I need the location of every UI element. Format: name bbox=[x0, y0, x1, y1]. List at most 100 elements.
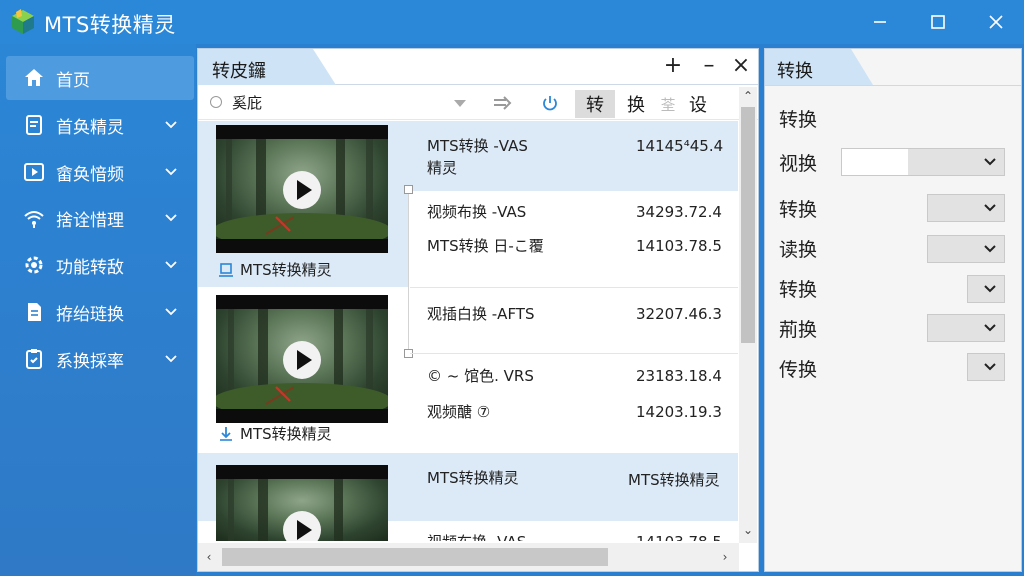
chevron-down-icon bbox=[165, 121, 177, 129]
thumbnail-caption-text: MTS转换精灵 bbox=[240, 425, 332, 443]
app-title: MTS转换精灵 bbox=[44, 13, 176, 37]
close-icon bbox=[989, 15, 1003, 29]
sidebar-item-home[interactable]: 首页 bbox=[6, 56, 194, 100]
sidebar-item-5[interactable]: 拵绐琏换 bbox=[6, 290, 194, 334]
setting-select[interactable] bbox=[967, 275, 1005, 303]
play-icon[interactable] bbox=[283, 171, 321, 209]
thumbnail-caption: MTS转换精灵 bbox=[218, 259, 332, 280]
sidebar-item-label: 首页 bbox=[56, 70, 90, 91]
document-icon bbox=[26, 115, 42, 135]
power-icon[interactable] bbox=[538, 92, 562, 114]
scrollbar-thumb[interactable] bbox=[222, 548, 608, 566]
scroll-right-icon[interactable]: › bbox=[718, 550, 732, 564]
tree-node[interactable] bbox=[404, 185, 413, 194]
sidebar-item-6[interactable]: 系换採率 bbox=[6, 337, 194, 381]
video-thumbnail-image bbox=[216, 309, 388, 409]
chevron-down-icon bbox=[165, 261, 177, 269]
entry-name[interactable]: MTS转换精灵 bbox=[427, 467, 519, 489]
setting-label: 转换 bbox=[779, 109, 818, 131]
entry-name[interactable]: © ~ 馆色. VRS bbox=[427, 365, 534, 387]
setting-label: 传换 bbox=[779, 359, 818, 381]
forward-arrow-icon[interactable] bbox=[490, 92, 514, 114]
file-list: MTS转换精灵 MTS转换精灵 MTS转换 -VAS 精灵 14145⁴45.4… bbox=[198, 121, 738, 541]
upload-icon bbox=[219, 262, 233, 277]
chevron-down-icon bbox=[984, 285, 996, 293]
video-thumbnail-image bbox=[216, 479, 388, 541]
main-tab-bar: 转皮鑼 + – × bbox=[198, 49, 758, 85]
thumbnail-caption-text: MTS转换精灵 bbox=[240, 261, 332, 279]
setting-label: 转换 bbox=[779, 279, 818, 301]
scrollbar-thumb[interactable] bbox=[741, 107, 755, 343]
scroll-down-icon[interactable]: ⌄ bbox=[741, 523, 755, 537]
setting-label: 读换 bbox=[779, 239, 818, 261]
setting-select[interactable] bbox=[967, 353, 1005, 381]
chevron-down-icon bbox=[984, 324, 996, 332]
entry-name[interactable]: 观插白换 -AFTS bbox=[427, 303, 535, 325]
setting-select[interactable] bbox=[927, 235, 1005, 263]
video-thumbnail[interactable] bbox=[216, 465, 388, 541]
setting-select[interactable] bbox=[927, 314, 1005, 342]
close-tab-button[interactable]: × bbox=[728, 53, 754, 78]
radio-button[interactable] bbox=[210, 96, 222, 108]
video-thumbnail-image bbox=[216, 139, 388, 239]
close-window-button[interactable] bbox=[966, 0, 1024, 44]
title-bar: MTS转换精灵 bbox=[0, 0, 1024, 44]
setting-label: 转换 bbox=[779, 199, 818, 221]
sidebar-item-label: 功能转敌 bbox=[56, 257, 124, 278]
clipboard-icon bbox=[26, 349, 42, 369]
maximize-window-button[interactable] bbox=[908, 0, 968, 44]
horizontal-scrollbar[interactable]: ‹ › bbox=[198, 543, 739, 571]
row-divider bbox=[410, 287, 738, 288]
setting-label: 荊换 bbox=[779, 319, 818, 341]
sidebar-item-label: 捨诠惜理 bbox=[56, 210, 124, 231]
tab-main[interactable]: 转皮鑼 bbox=[198, 49, 336, 85]
settings-button[interactable]: 设 bbox=[682, 90, 714, 118]
entry-name[interactable]: 观频醣 ⑦ bbox=[427, 401, 490, 423]
gear-icon bbox=[25, 256, 43, 274]
convert-button[interactable]: 转 bbox=[575, 90, 615, 118]
home-icon bbox=[25, 69, 43, 86]
add-tab-button[interactable]: + bbox=[660, 53, 686, 78]
minimize-window-button[interactable] bbox=[850, 0, 910, 44]
chevron-down-icon bbox=[984, 245, 996, 253]
chevron-down-icon bbox=[165, 355, 177, 363]
switch-button[interactable]: 换 bbox=[620, 90, 652, 118]
setting-label: 视换 bbox=[779, 153, 818, 175]
chevron-down-icon bbox=[984, 204, 996, 212]
minimize-tab-button[interactable]: – bbox=[696, 53, 722, 78]
video-thumbnail[interactable] bbox=[216, 125, 388, 253]
entry-value: MTS转换精灵 bbox=[628, 471, 720, 489]
maximize-icon bbox=[931, 15, 945, 29]
sidebar-item-3[interactable]: 捨诠惜理 bbox=[6, 196, 194, 240]
scroll-left-icon[interactable]: ‹ bbox=[202, 550, 216, 564]
entry-name[interactable]: MTS转换 -VAS 精灵 bbox=[427, 135, 528, 179]
dropdown-arrow-icon[interactable] bbox=[448, 92, 472, 114]
file-icon bbox=[28, 303, 41, 321]
sidebar-item-1[interactable]: 首奂精灵 bbox=[6, 103, 194, 147]
entry-value: 34293.72.4 bbox=[636, 203, 722, 221]
chevron-down-icon bbox=[165, 214, 177, 222]
minimize-icon bbox=[874, 21, 886, 23]
entry-value: 14103.78.5 bbox=[636, 237, 722, 255]
entry-name[interactable]: 视频布换 -VAS bbox=[427, 531, 526, 541]
play-icon[interactable] bbox=[283, 511, 321, 541]
entry-name[interactable]: 视频布换 -VAS bbox=[427, 201, 526, 223]
toolbar-field-text[interactable]: 奚庇 bbox=[232, 92, 262, 113]
disabled-button[interactable]: 荃 bbox=[656, 90, 680, 118]
sidebar: 首页 首奂精灵 畲奂愔频 捨诠惜理 功能转敌 拵绐琏换 系换採率 bbox=[0, 44, 196, 576]
entry-value: 14103.78.5 bbox=[636, 533, 722, 541]
chevron-down-icon bbox=[165, 168, 177, 176]
setting-select[interactable] bbox=[841, 148, 1005, 176]
sidebar-item-label: 系换採率 bbox=[56, 351, 124, 372]
sidebar-item-4[interactable]: 功能转敌 bbox=[6, 243, 194, 287]
vertical-scrollbar[interactable]: ⌃ ⌄ bbox=[739, 87, 757, 543]
tab-convert[interactable]: 转换 bbox=[765, 49, 873, 85]
video-thumbnail[interactable] bbox=[216, 295, 388, 423]
toolbar: 奚庇 转 换 荃 设 bbox=[198, 86, 758, 120]
entry-name[interactable]: MTS转换 日-こ覆 bbox=[427, 235, 544, 257]
setting-select[interactable] bbox=[927, 194, 1005, 222]
settings-panel: 转换 转换 视换 转换 读换 转换 荊换 传换 bbox=[764, 48, 1022, 572]
play-icon[interactable] bbox=[283, 341, 321, 379]
sidebar-item-2[interactable]: 畲奂愔频 bbox=[6, 150, 194, 194]
scroll-up-icon[interactable]: ⌃ bbox=[741, 89, 755, 103]
